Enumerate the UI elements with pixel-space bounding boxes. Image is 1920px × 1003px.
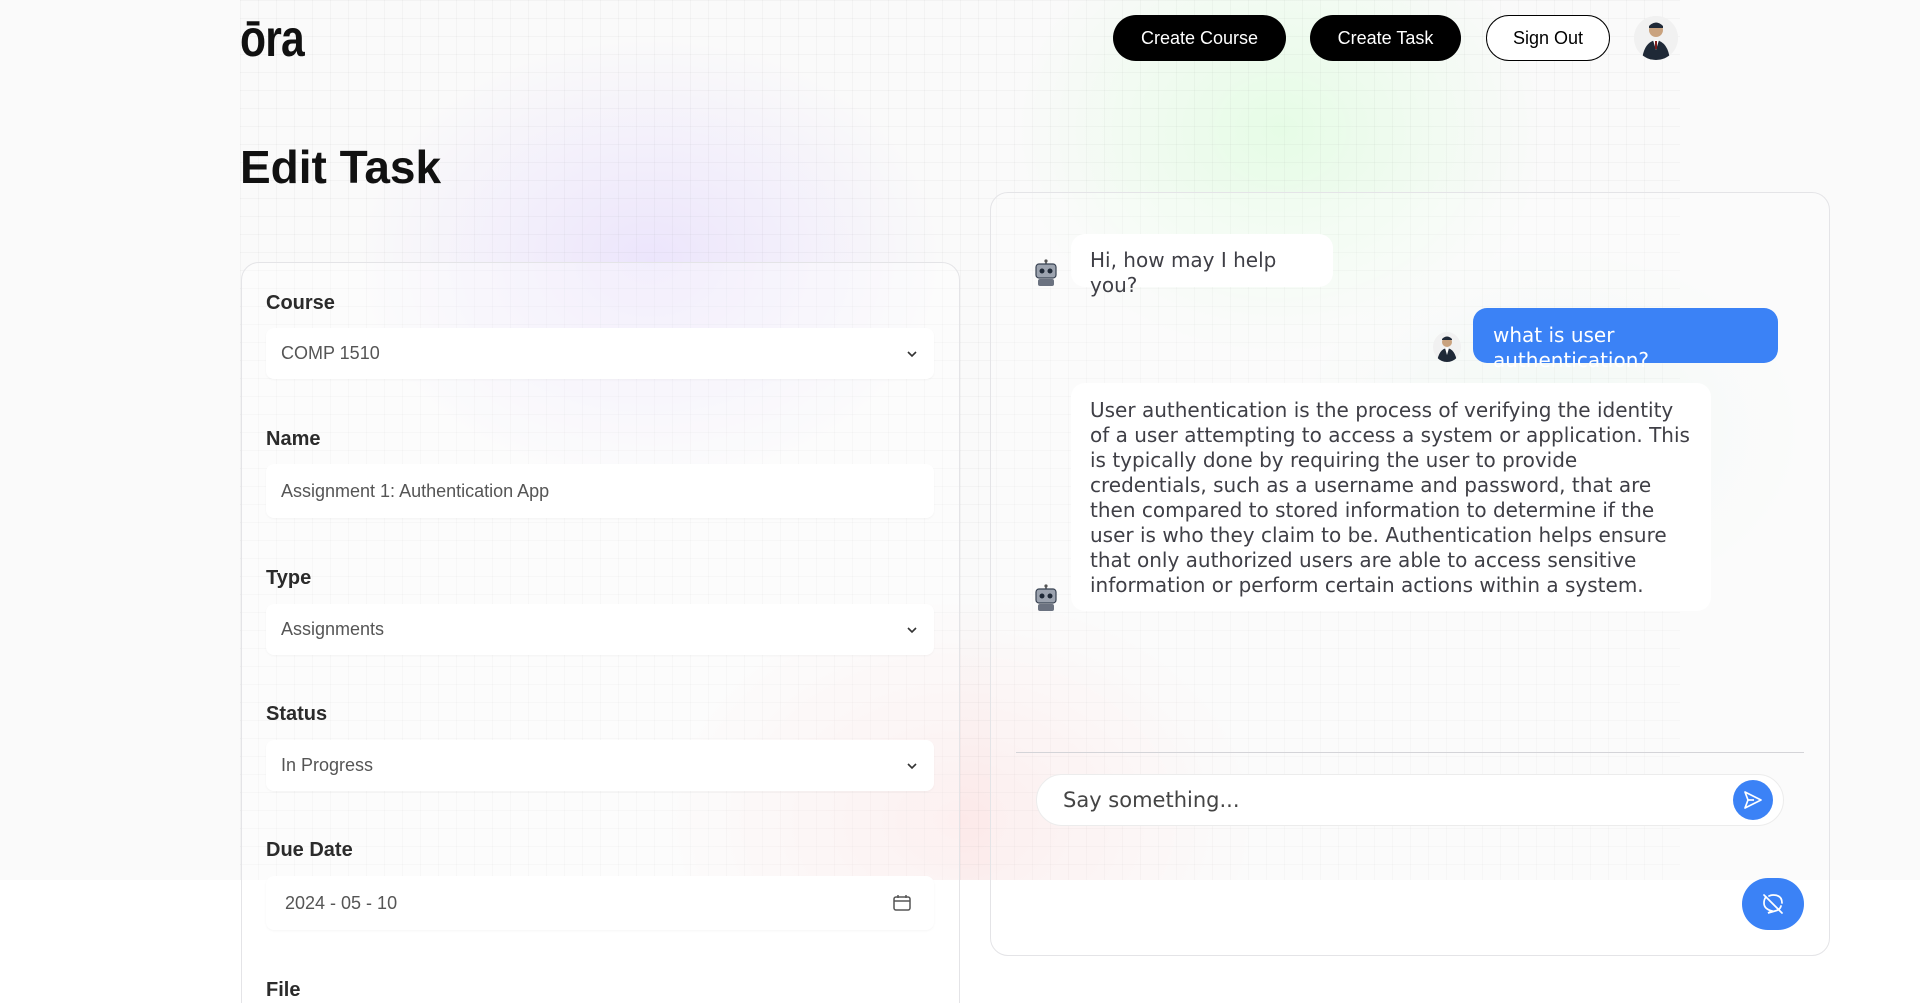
type-select[interactable]: Assignments — [266, 604, 934, 655]
toggle-chat-button[interactable] — [1742, 878, 1804, 930]
bot-message: Hi, how may I help you? — [1071, 234, 1333, 297]
bot-message: User authentication is the process of ve… — [1071, 383, 1711, 611]
status-label: Status — [266, 703, 328, 725]
chat-input[interactable]: Say something... — [1036, 774, 1784, 826]
course-label: Course — [266, 292, 335, 314]
chevron-down-icon — [907, 762, 917, 769]
sign-out-button[interactable]: Sign Out — [1486, 15, 1610, 61]
status-value: In Progress — [281, 755, 374, 775]
robot-icon — [1035, 584, 1057, 611]
chat-divider — [1016, 752, 1804, 753]
chevron-down-icon — [907, 350, 917, 357]
user-avatar[interactable] — [1634, 16, 1678, 60]
due-date-value: 2024 - 05 - 10 — [285, 892, 398, 913]
chat-input-placeholder: Say something... — [1063, 788, 1240, 812]
course-value: COMP 1510 — [281, 343, 380, 363]
type-label: Type — [266, 567, 312, 589]
due-date-label: Due Date — [266, 839, 353, 861]
due-date-input[interactable]: 2024 - 05 - 10 — [266, 876, 934, 930]
file-label: File — [266, 979, 301, 1001]
chevron-down-icon — [907, 626, 917, 633]
user-message: what is user authentication? — [1473, 308, 1778, 372]
name-label: Name — [266, 428, 321, 450]
app-logo[interactable]: ōra — [240, 13, 305, 65]
robot-icon — [1035, 259, 1057, 286]
page-title: Edit Task — [240, 141, 442, 193]
calendar-icon[interactable] — [892, 893, 912, 913]
course-select[interactable]: COMP 1510 — [266, 328, 934, 379]
chat-off-icon — [1763, 894, 1783, 914]
send-icon — [1744, 791, 1762, 809]
create-course-button[interactable]: Create Course — [1113, 15, 1286, 61]
type-value: Assignments — [281, 619, 385, 639]
user-avatar-icon — [1634, 16, 1678, 60]
status-select[interactable]: In Progress — [266, 740, 934, 791]
user-avatar-icon — [1433, 332, 1461, 362]
send-button[interactable] — [1733, 780, 1773, 820]
name-input[interactable]: Assignment 1: Authentication App — [266, 464, 934, 518]
create-task-button[interactable]: Create Task — [1310, 15, 1461, 61]
name-value: Assignment 1: Authentication App — [281, 480, 550, 501]
user-avatar-small — [1433, 332, 1461, 362]
